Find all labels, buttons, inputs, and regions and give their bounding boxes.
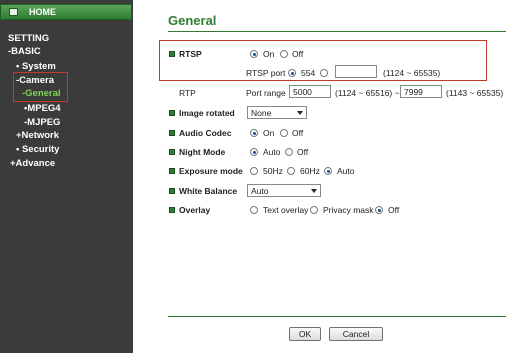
audio-codec-off-label: Off bbox=[292, 128, 304, 138]
rtsp-port-default-radio[interactable] bbox=[288, 69, 296, 77]
audio-codec-on-label: On bbox=[263, 128, 275, 138]
night-mode-off-radio[interactable] bbox=[285, 148, 293, 156]
nav-mpeg4[interactable]: •MPEG4 bbox=[24, 103, 61, 114]
rtp-port-from-input[interactable]: 5000 bbox=[289, 85, 331, 98]
audio-codec-on-radio[interactable] bbox=[250, 129, 258, 137]
exposure-50hz-radio[interactable] bbox=[250, 167, 258, 175]
app-window: HOME SETTING -BASIC • System -Camera -Ge… bbox=[0, 0, 516, 353]
exposure-mode-label: Exposure mode bbox=[179, 166, 243, 176]
night-mode-label: Night Mode bbox=[179, 147, 226, 157]
exposure-auto-radio[interactable] bbox=[324, 167, 332, 175]
overlay-off-label: Off bbox=[388, 205, 400, 215]
bullet-square-icon bbox=[169, 51, 175, 57]
main-panel: General RTSP On Off RTSP port 554 (1124 … bbox=[133, 0, 516, 353]
cancel-button[interactable]: Cancel bbox=[329, 327, 383, 341]
rtp-to-range: (1143 ~ 65535) bbox=[446, 88, 504, 98]
rtsp-port-custom-input[interactable] bbox=[335, 65, 377, 78]
nav-security[interactable]: • Security bbox=[16, 144, 59, 155]
camera-highlight-box bbox=[13, 72, 68, 102]
night-mode-off-label: Off bbox=[297, 147, 309, 157]
nav-network[interactable]: +Network bbox=[16, 130, 59, 141]
bullet-square-icon bbox=[169, 207, 175, 213]
nav-mjpeg[interactable]: -MJPEG bbox=[24, 117, 60, 128]
rtp-label: RTP bbox=[179, 88, 196, 98]
rtsp-on-label: On bbox=[263, 49, 275, 59]
audio-codec-label: Audio Codec bbox=[179, 128, 232, 138]
nav-system[interactable]: • System bbox=[16, 61, 56, 72]
bullet-square-icon bbox=[169, 149, 175, 155]
exposure-60hz-radio[interactable] bbox=[287, 167, 295, 175]
nav-basic[interactable]: -BASIC bbox=[8, 46, 41, 57]
page-title: General bbox=[168, 13, 217, 28]
footer-divider bbox=[168, 316, 506, 317]
home-label: HOME bbox=[29, 7, 56, 17]
title-divider bbox=[168, 31, 506, 32]
rtsp-off-label: Off bbox=[292, 49, 304, 59]
image-rotated-value: None bbox=[251, 108, 272, 118]
overlay-text-label: Text overlay bbox=[263, 205, 309, 215]
overlay-off-radio[interactable] bbox=[375, 206, 383, 214]
night-mode-auto-radio[interactable] bbox=[250, 148, 258, 156]
rtp-from-range: (1124 ~ 65516) ~ bbox=[335, 88, 400, 98]
chevron-down-icon bbox=[297, 111, 303, 115]
rtsp-port-default-value: 554 bbox=[301, 68, 316, 78]
nav-advance[interactable]: +Advance bbox=[10, 158, 55, 169]
rtp-port-to-input[interactable]: 7999 bbox=[400, 85, 442, 98]
bullet-square-icon bbox=[169, 188, 175, 194]
rtsp-label: RTSP bbox=[179, 49, 202, 59]
overlay-label: Overlay bbox=[179, 205, 211, 215]
image-rotated-label: Image rotated bbox=[179, 108, 235, 118]
overlay-privacy-label: Privacy mask bbox=[323, 205, 374, 215]
white-balance-value: Auto bbox=[251, 186, 269, 196]
white-balance-select[interactable]: Auto bbox=[247, 184, 321, 197]
bullet-square-icon bbox=[169, 110, 175, 116]
audio-codec-off-radio[interactable] bbox=[280, 129, 288, 137]
rtsp-on-radio[interactable] bbox=[250, 50, 258, 58]
rtsp-port-label: RTSP port bbox=[246, 68, 286, 78]
home-icon bbox=[9, 8, 18, 16]
sidebar: HOME SETTING -BASIC • System -Camera -Ge… bbox=[0, 0, 133, 353]
overlay-text-radio[interactable] bbox=[250, 206, 258, 214]
rtsp-port-custom-radio[interactable] bbox=[320, 69, 328, 77]
image-rotated-select[interactable]: None bbox=[247, 106, 307, 119]
exposure-60hz-label: 60Hz bbox=[300, 166, 320, 176]
rtsp-off-radio[interactable] bbox=[280, 50, 288, 58]
white-balance-label: White Balance bbox=[179, 186, 238, 196]
bullet-square-icon bbox=[169, 130, 175, 136]
home-button[interactable]: HOME bbox=[0, 4, 132, 20]
night-mode-auto-label: Auto bbox=[263, 147, 281, 157]
exposure-50hz-label: 50Hz bbox=[263, 166, 283, 176]
overlay-privacy-radio[interactable] bbox=[310, 206, 318, 214]
ok-button[interactable]: OK bbox=[289, 327, 321, 341]
nav-setting[interactable]: SETTING bbox=[8, 33, 49, 44]
rtsp-port-range: (1124 ~ 65535) bbox=[383, 68, 441, 78]
exposure-auto-label: Auto bbox=[337, 166, 355, 176]
chevron-down-icon bbox=[311, 189, 317, 193]
rtp-port-range-label: Port range bbox=[246, 88, 286, 98]
bullet-square-icon bbox=[169, 168, 175, 174]
